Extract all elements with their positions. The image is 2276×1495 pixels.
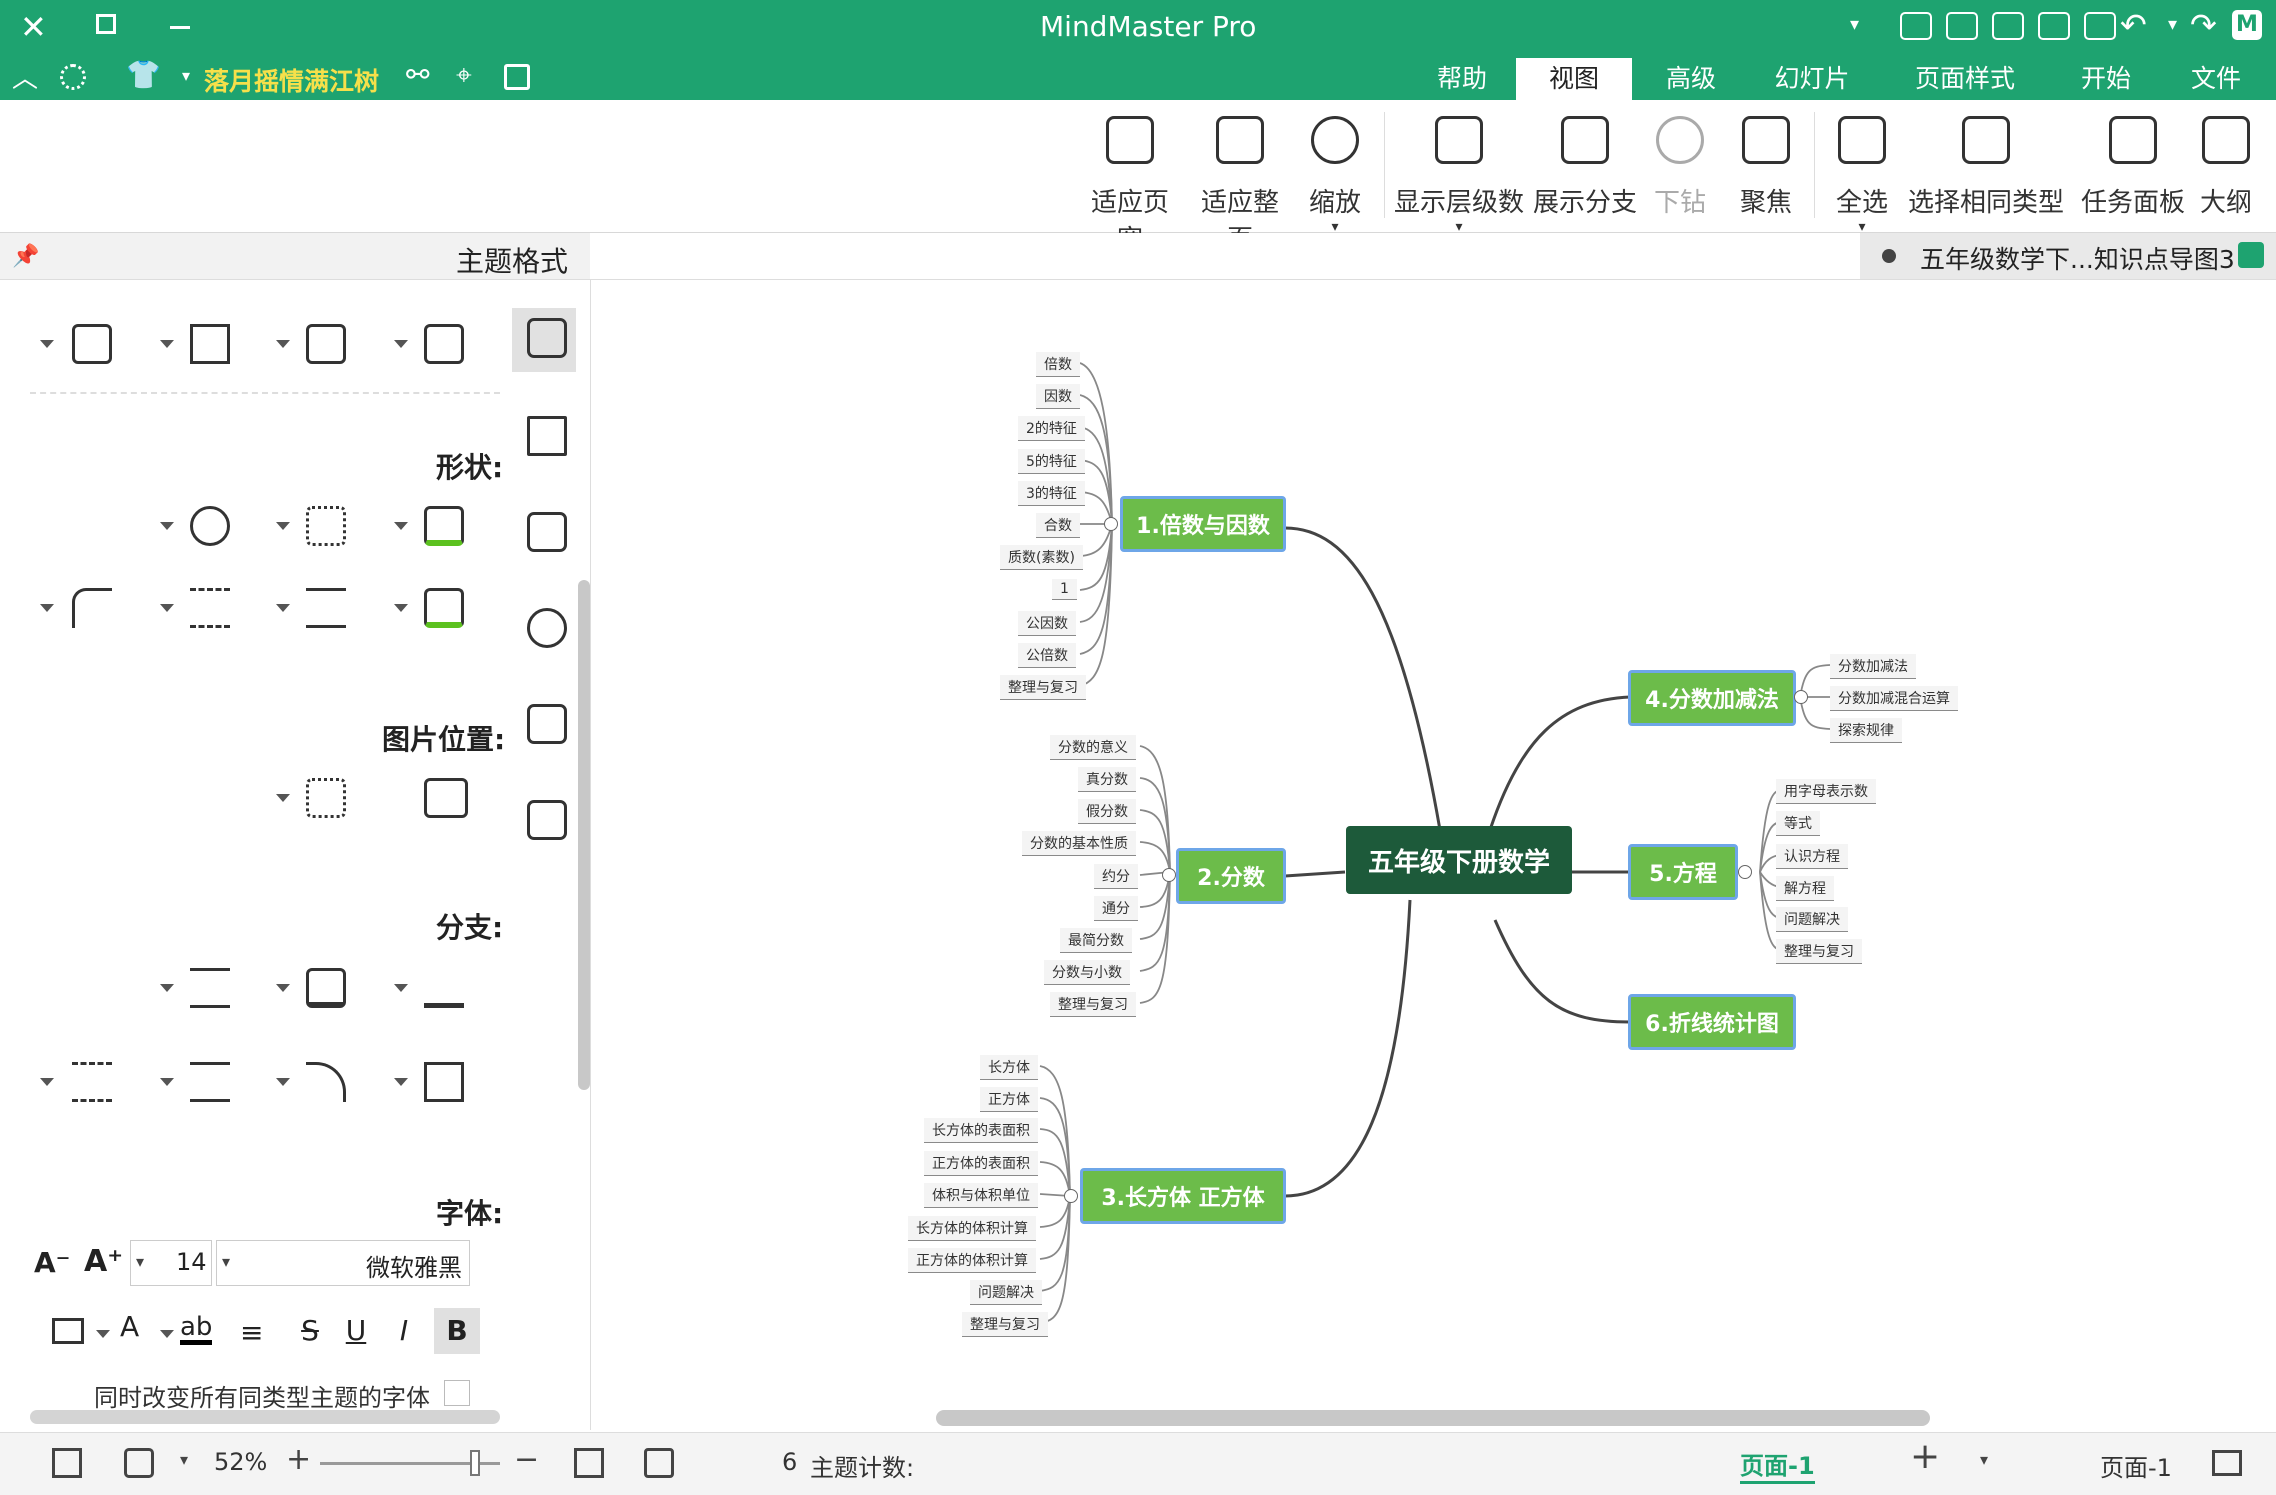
subtopic[interactable]: 长方体的表面积 — [924, 1118, 1038, 1143]
page-tab[interactable]: 页面-1 — [2100, 1448, 2172, 1483]
collapse-toggle[interactable] — [1794, 690, 1808, 704]
subtopic[interactable]: 分数的意义 — [1050, 735, 1136, 760]
subtopic[interactable]: 探索规律 — [1830, 718, 1902, 743]
subtopic[interactable]: 合数 — [1036, 513, 1080, 538]
topic-3[interactable]: 3.长方体 正方体 — [1080, 1168, 1286, 1224]
fit-page-status-icon[interactable] — [124, 1448, 154, 1478]
topic-5[interactable]: 5.方程 — [1628, 844, 1738, 900]
topic-6[interactable]: 6.折线统计图 — [1628, 994, 1796, 1050]
zoom-slider-thumb[interactable] — [470, 1450, 480, 1476]
subtopic[interactable]: 整理与复习 — [962, 1312, 1048, 1337]
subtopic[interactable]: 最简分数 — [1060, 928, 1132, 953]
subtopic[interactable]: 5的特征 — [1018, 449, 1085, 474]
fit-width-status-icon[interactable] — [52, 1448, 82, 1478]
central-topic[interactable]: 五年级下册数学 — [1346, 826, 1572, 894]
subtopic[interactable]: 整理与复习 — [1776, 939, 1862, 964]
zoom-value: 52% — [214, 1448, 268, 1476]
subtopic[interactable]: 问题解决 — [970, 1280, 1042, 1305]
page-tab-active[interactable]: 页面-1 — [1740, 1446, 1815, 1484]
subtopic[interactable]: 解方程 — [1776, 876, 1834, 901]
subtopic[interactable]: 3的特征 — [1018, 481, 1085, 506]
page-list-icon[interactable] — [2212, 1450, 2242, 1476]
subtopic[interactable]: 正方体的体积计算 — [908, 1248, 1036, 1273]
presentation-icon[interactable] — [644, 1448, 674, 1478]
subtopic[interactable]: 体积与体积单位 — [924, 1183, 1038, 1208]
collapse-toggle[interactable] — [1104, 517, 1118, 531]
collapse-toggle[interactable] — [1064, 1189, 1078, 1203]
canvas-hscrollbar[interactable] — [936, 1410, 1930, 1426]
subtopic[interactable]: 整理与复习 — [1050, 992, 1136, 1017]
subtopic[interactable]: 正方体 — [980, 1087, 1038, 1112]
subtopic[interactable]: 问题解决 — [1776, 907, 1848, 932]
subtopic[interactable]: 1 — [1052, 579, 1077, 600]
fullscreen-status-icon[interactable] — [574, 1448, 604, 1478]
topic-count-label: 主题计数: — [810, 1454, 915, 1482]
add-page-icon[interactable]: + — [1910, 1436, 1940, 1477]
subtopic[interactable]: 质数(素数) — [1000, 545, 1083, 570]
chevron-down-icon[interactable]: ▾ — [180, 1450, 188, 1469]
topic-1[interactable]: 1.倍数与因数 — [1120, 496, 1286, 552]
subtopic[interactable]: 公因数 — [1018, 611, 1076, 636]
subtopic[interactable]: 整理与复习 — [1000, 675, 1086, 700]
subtopic[interactable]: 公倍数 — [1018, 643, 1076, 668]
subtopic[interactable]: 因数 — [1036, 384, 1080, 409]
subtopic[interactable]: 正方体的表面积 — [924, 1151, 1038, 1176]
collapse-toggle[interactable] — [1162, 868, 1176, 882]
chevron-down-icon[interactable]: ▾ — [1980, 1450, 1988, 1469]
subtopic[interactable]: 长方体的体积计算 — [908, 1216, 1036, 1241]
subtopic[interactable]: 认识方程 — [1776, 844, 1848, 869]
subtopic[interactable]: 分数的基本性质 — [1022, 831, 1136, 856]
subtopic[interactable]: 2的特征 — [1018, 416, 1085, 441]
subtopic[interactable]: 等式 — [1776, 811, 1820, 836]
subtopic[interactable]: 分数加减混合运算 — [1830, 686, 1958, 711]
subtopic[interactable]: 分数与小数 — [1044, 960, 1130, 985]
topic-4[interactable]: 4.分数加减法 — [1628, 670, 1796, 726]
subtopic[interactable]: 假分数 — [1078, 799, 1136, 824]
zoom-out-icon[interactable]: − — [514, 1442, 539, 1477]
subtopic[interactable]: 真分数 — [1078, 767, 1136, 792]
topic-2[interactable]: 2.分数 — [1176, 848, 1286, 904]
subtopic[interactable]: 长方体 — [980, 1055, 1038, 1080]
zoom-in-icon[interactable]: + — [286, 1442, 311, 1477]
subtopic[interactable]: 倍数 — [1036, 352, 1080, 377]
subtopic[interactable]: 约分 — [1094, 864, 1138, 889]
subtopic[interactable]: 分数加减法 — [1830, 654, 1916, 679]
collapse-toggle[interactable] — [1738, 865, 1752, 879]
subtopic[interactable]: 用字母表示数 — [1776, 779, 1876, 804]
subtopic[interactable]: 通分 — [1094, 896, 1138, 921]
branch-lines — [1039, 362, 1831, 1324]
topic-count: 6 — [782, 1448, 798, 1476]
